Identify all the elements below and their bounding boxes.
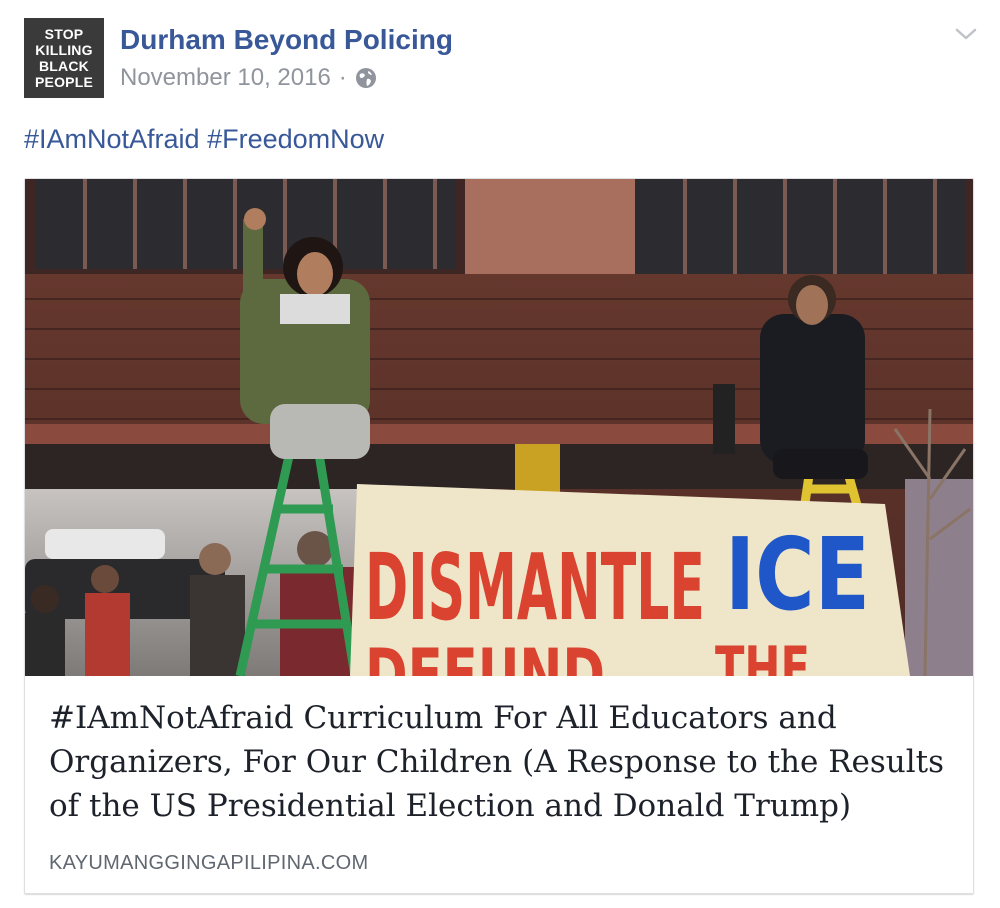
page-avatar[interactable]: STOP KILLING BLACK PEOPLE bbox=[24, 18, 104, 98]
post-text: #IAmNotAfraid #FreedomNow bbox=[24, 124, 384, 155]
banner-text: DEFUND bbox=[365, 634, 605, 676]
banner-text: DISMANTLE bbox=[365, 534, 705, 641]
avatar-text-line: STOP bbox=[44, 26, 84, 42]
avatar-text-line: BLACK bbox=[39, 58, 89, 74]
globe-icon[interactable] bbox=[355, 67, 377, 89]
avatar-text-line: PEOPLE bbox=[35, 74, 93, 90]
banner-text: THE bbox=[715, 634, 810, 676]
avatar-text-line: KILLING bbox=[35, 42, 93, 58]
link-preview-image[interactable]: DISMANTLE ICE DEFUND THE bbox=[25, 179, 974, 676]
link-domain: KAYUMANGGINGAPILIPINA.COM bbox=[49, 852, 369, 874]
link-preview-card[interactable]: DISMANTLE ICE DEFUND THE #IAmNotAfraid C… bbox=[24, 178, 974, 894]
hashtag-link[interactable]: #IAmNotAfraid bbox=[24, 124, 200, 154]
page-name-link[interactable]: Durham Beyond Policing bbox=[120, 24, 453, 56]
link-preview-body[interactable]: #IAmNotAfraid Curriculum For All Educato… bbox=[25, 676, 973, 893]
hashtag-link[interactable]: #FreedomNow bbox=[207, 124, 384, 154]
chevron-down-icon[interactable] bbox=[954, 22, 978, 46]
link-title[interactable]: #IAmNotAfraid Curriculum For All Educato… bbox=[49, 696, 959, 828]
post-date[interactable]: November 10, 2016 bbox=[120, 64, 331, 92]
banner-text: ICE bbox=[725, 516, 870, 633]
post-meta: November 10, 2016 · bbox=[120, 64, 377, 92]
meta-separator: · bbox=[338, 64, 347, 91]
